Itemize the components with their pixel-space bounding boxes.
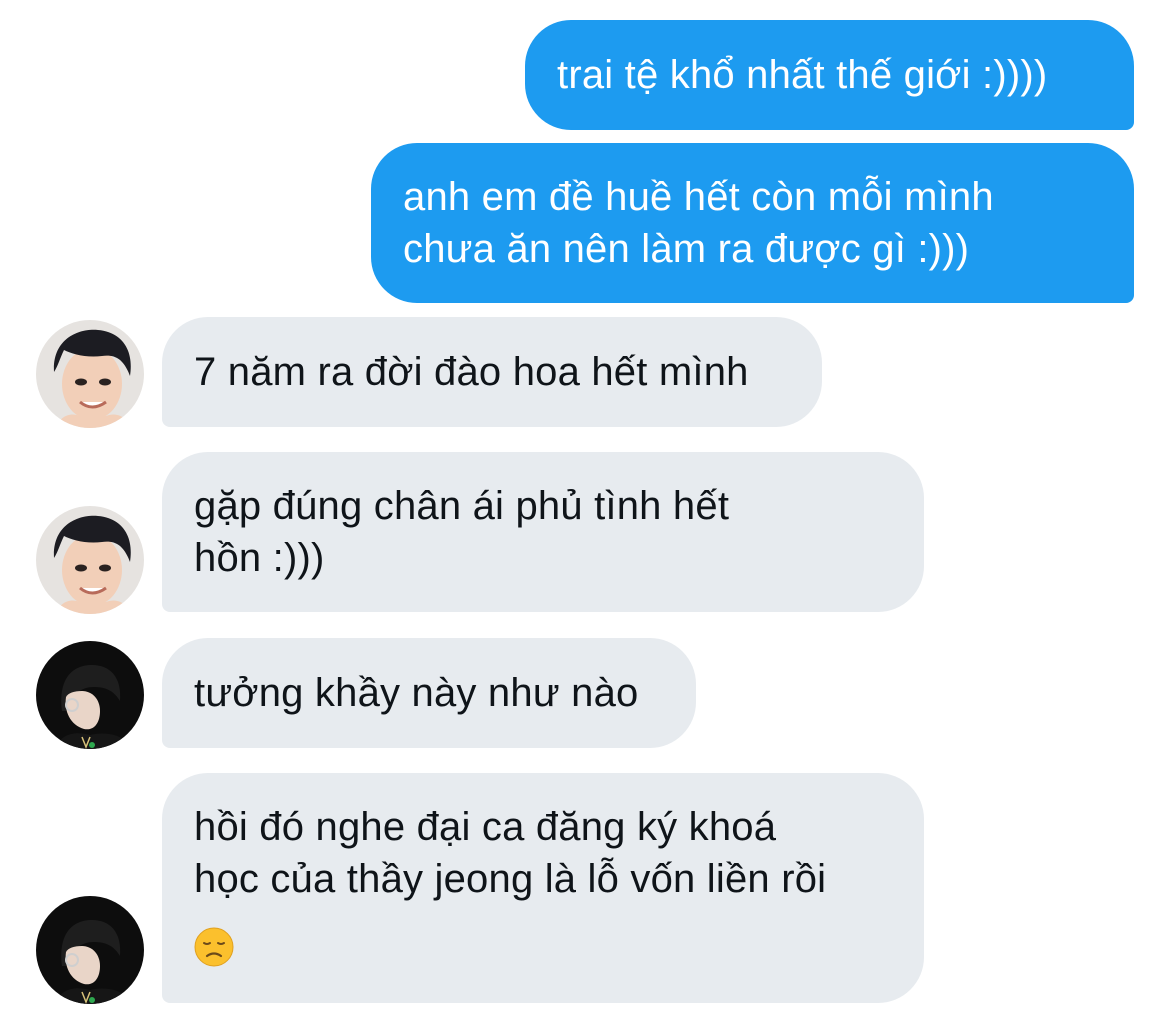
- message-text: gặp đúng chân ái phủ tình hết: [194, 484, 730, 528]
- contact-avatar[interactable]: [36, 320, 144, 428]
- message-text: học của thầy jeong là lỗ vốn liền rồi: [194, 857, 827, 901]
- received-message-bubble[interactable]: hồi đó nghe đại ca đăng ký khoá học của …: [162, 773, 924, 1003]
- message-text: tưởng khầy này như nào: [194, 671, 639, 715]
- message-text: hồn :))): [194, 536, 325, 580]
- message-text: hồi đó nghe đại ca đăng ký khoá: [194, 805, 777, 849]
- message-text: chưa ăn nên làm ra được gì :))): [403, 227, 970, 271]
- message-text: anh em đề huề hết còn mỗi mình: [403, 175, 994, 219]
- sent-message-bubble[interactable]: trai tệ khổ nhất thế giới :)))): [525, 20, 1134, 130]
- received-message-bubble[interactable]: 7 năm ra đời đào hoa hết mình: [162, 317, 822, 427]
- contact-avatar[interactable]: [36, 506, 144, 614]
- disappointed-face-icon: [194, 919, 924, 971]
- contact-avatar[interactable]: [36, 641, 144, 749]
- sent-message-bubble[interactable]: anh em đề huề hết còn mỗi mình chưa ăn n…: [371, 143, 1134, 303]
- contact-avatar[interactable]: [36, 896, 144, 1004]
- received-message-bubble[interactable]: tưởng khầy này như nào: [162, 638, 696, 748]
- received-message-bubble[interactable]: gặp đúng chân ái phủ tình hết hồn :))): [162, 452, 924, 612]
- message-text: 7 năm ra đời đào hoa hết mình: [194, 350, 749, 394]
- message-text: trai tệ khổ nhất thế giới :)))): [557, 53, 1048, 97]
